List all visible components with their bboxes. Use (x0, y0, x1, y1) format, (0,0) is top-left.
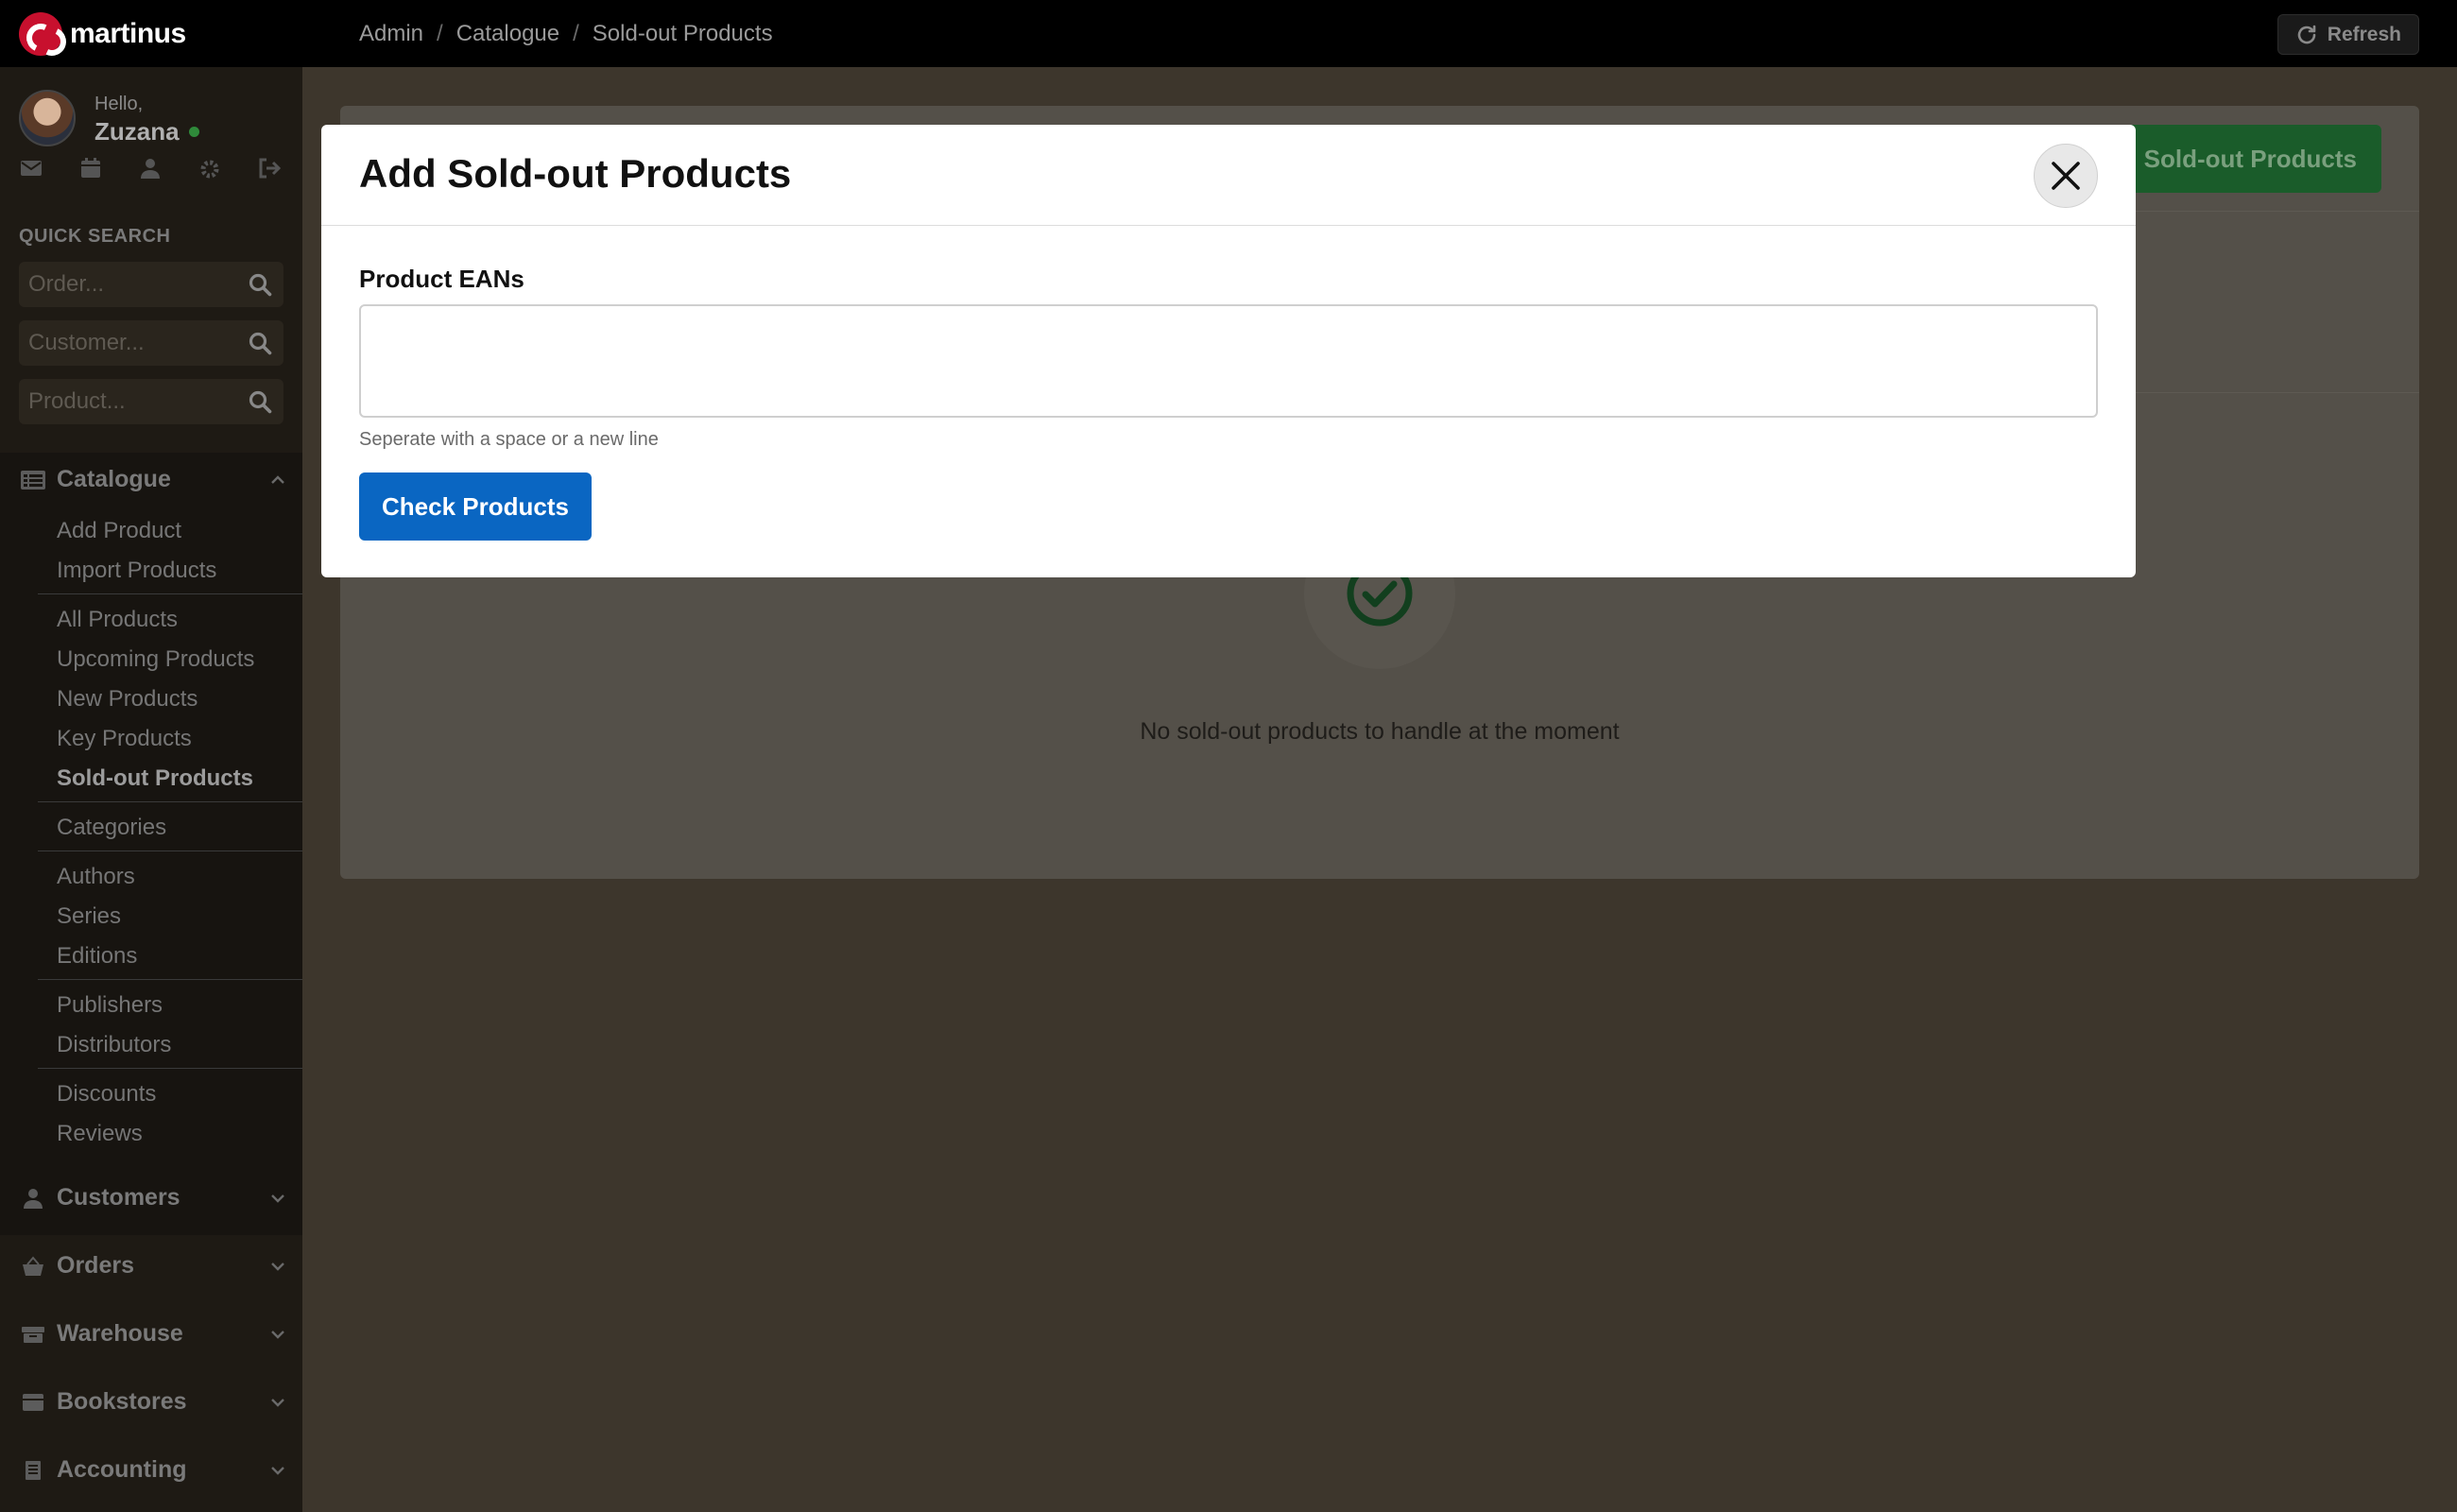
sidebar-section-accounting[interactable]: Accounting (21, 1456, 285, 1484)
sidebar-item-series[interactable]: Series (57, 903, 121, 930)
logout-icon[interactable] (257, 158, 281, 187)
submenu-divider (38, 850, 302, 851)
logo[interactable]: martinus (19, 11, 340, 56)
order-search-field (19, 262, 284, 307)
chevron-down-icon (271, 1194, 284, 1203)
sidebar-section-label: Accounting (57, 1456, 187, 1483)
modal-title: Add Sold-out Products (359, 151, 792, 196)
sidebar-item-key-products[interactable]: Key Products (57, 726, 192, 752)
sidebar-item-publishers[interactable]: Publishers (57, 992, 163, 1019)
sidebar-item-import-products[interactable]: Import Products (57, 558, 216, 584)
user-name-text: Zuzana (94, 117, 180, 146)
sidebar-item-authors[interactable]: Authors (57, 864, 135, 890)
refresh-label: Refresh (2327, 23, 2401, 45)
gear-icon[interactable] (198, 158, 221, 187)
close-icon (2052, 162, 2080, 190)
chevron-up-icon (271, 474, 284, 484)
user-icon-bar (19, 158, 281, 187)
breadcrumb-current: Sold-out Products (592, 20, 773, 46)
sidebar-item-add-product[interactable]: Add Product (57, 518, 181, 544)
avatar[interactable] (19, 90, 76, 146)
product-eans-label: Product EANs (359, 265, 524, 293)
breadcrumb-separator: / (573, 20, 579, 46)
list-icon (21, 470, 45, 490)
breadcrumb-admin[interactable]: Admin (359, 21, 423, 47)
sidebar-section-warehouse[interactable]: Warehouse (21, 1320, 285, 1348)
sidebar-section-label: Customers (57, 1184, 180, 1211)
warehouse-icon (22, 1326, 44, 1343)
customer-search-input[interactable] (28, 330, 236, 356)
sidebar-item-discounts[interactable]: Discounts (57, 1081, 156, 1108)
sidebar-section-customers[interactable]: Customers (21, 1184, 285, 1211)
chevron-down-icon (271, 1398, 284, 1407)
mail-icon[interactable] (19, 158, 43, 187)
product-eans-textarea[interactable] (359, 304, 2098, 418)
refresh-icon (2297, 25, 2316, 43)
sidebar-item-editions[interactable]: Editions (57, 943, 137, 970)
sidebar: Hello, Zuzana QUICK SEARCH Catalogue Add… (0, 67, 302, 1512)
sidebar-section-label: Warehouse (57, 1320, 183, 1347)
sidebar-item-sold-out-products[interactable]: Sold-out Products (57, 765, 253, 792)
product-search-input[interactable] (28, 388, 236, 415)
user-icon[interactable] (138, 158, 162, 187)
sidebar-item-all-products[interactable]: All Products (57, 607, 178, 633)
modal-header: Add Sold-out Products (321, 125, 2136, 226)
martinus-logo-icon (19, 11, 62, 56)
search-icon[interactable] (248, 331, 272, 355)
sidebar-section-catalogue[interactable]: Catalogue (21, 466, 285, 493)
submenu-divider (38, 801, 302, 802)
submenu-divider (38, 593, 302, 594)
check-products-button[interactable]: Check Products (359, 472, 592, 541)
sidebar-section-label: Orders (57, 1252, 134, 1279)
quick-search-title: QUICK SEARCH (19, 226, 171, 247)
sidebar-item-reviews[interactable]: Reviews (57, 1121, 143, 1147)
user-name: Zuzana (94, 117, 199, 146)
basket-icon (23, 1255, 43, 1276)
breadcrumb: Admin / Catalogue / Sold-out Products (359, 21, 773, 47)
sidebar-section-label: Catalogue (57, 466, 171, 492)
chevron-down-icon (271, 1262, 284, 1271)
order-search-input[interactable] (28, 271, 236, 298)
sidebar-section-label: Bookstores (57, 1388, 187, 1415)
store-icon (23, 1393, 43, 1411)
user-panel: Hello, Zuzana (19, 90, 199, 146)
breadcrumb-separator: / (437, 20, 443, 46)
sidebar-section-orders[interactable]: Orders (21, 1252, 285, 1280)
submenu-divider (38, 979, 302, 980)
add-sold-out-products-modal: Add Sold-out Products Product EANs Seper… (321, 125, 2136, 577)
sidebar-item-distributors[interactable]: Distributors (57, 1032, 171, 1058)
search-icon[interactable] (248, 389, 272, 414)
empty-state-message: No sold-out products to handle at the mo… (1140, 718, 1620, 745)
submenu-divider (38, 1068, 302, 1069)
online-status-dot (188, 127, 199, 137)
chevron-down-icon (271, 1466, 284, 1475)
breadcrumb-catalogue[interactable]: Catalogue (456, 21, 559, 47)
brand-name: martinus (70, 17, 186, 49)
top-bar: martinus Admin / Catalogue / Sold-out Pr… (0, 0, 2457, 67)
close-button[interactable] (2034, 144, 2098, 208)
greeting: Hello, (94, 94, 144, 114)
sidebar-item-new-products[interactable]: New Products (57, 686, 198, 713)
receipt-icon (26, 1460, 41, 1480)
refresh-button[interactable]: Refresh (2277, 14, 2419, 55)
customer-search-field (19, 320, 284, 366)
sidebar-section-bookstores[interactable]: Bookstores (21, 1388, 285, 1416)
sidebar-item-categories[interactable]: Categories (57, 815, 166, 841)
product-eans-help-text: Seperate with a space or a new line (359, 429, 659, 450)
search-icon[interactable] (248, 272, 272, 297)
sidebar-item-upcoming-products[interactable]: Upcoming Products (57, 646, 254, 673)
chevron-down-icon (271, 1330, 284, 1339)
user-icon (24, 1188, 43, 1209)
calendar-icon[interactable] (78, 158, 102, 187)
product-search-field (19, 379, 284, 424)
